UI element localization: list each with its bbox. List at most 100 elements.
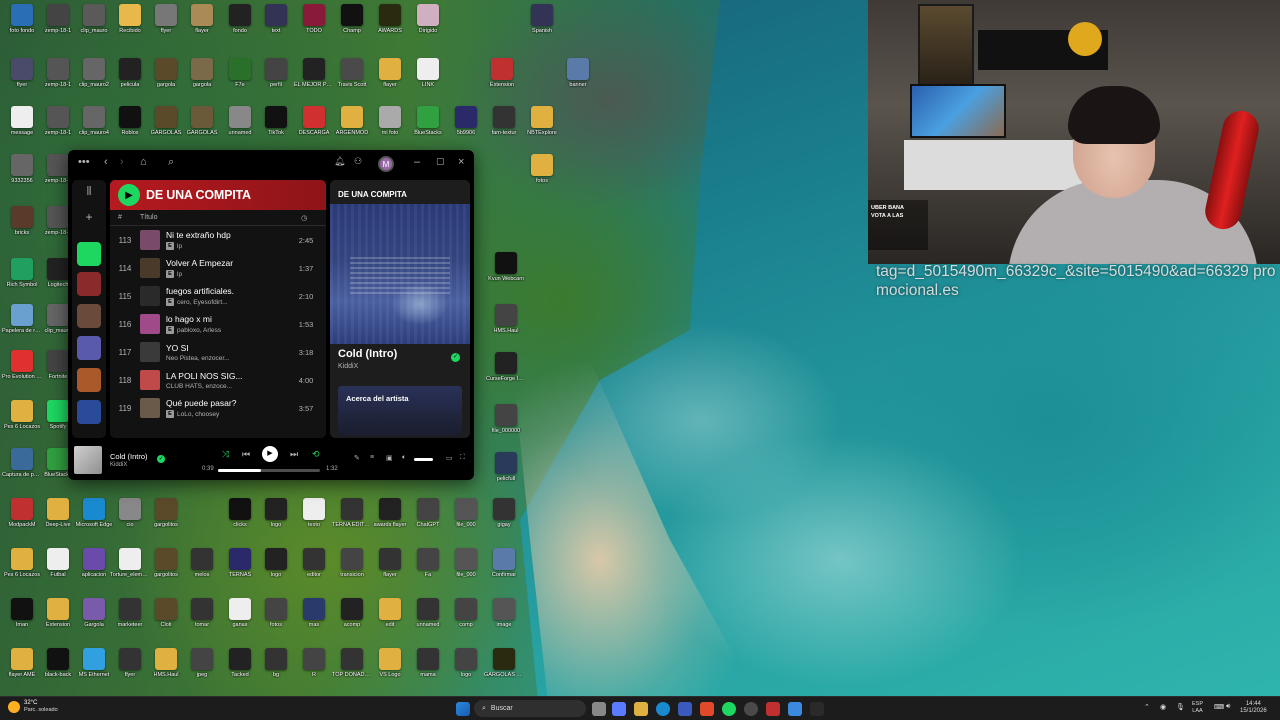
start-windows-icon[interactable] — [456, 702, 470, 716]
desktop-icon[interactable]: TikTok — [258, 106, 294, 146]
desktop-icon[interactable]: file_000 — [448, 498, 484, 538]
track-title[interactable]: LA POLI NOS SIG... — [166, 371, 286, 381]
lyrics-icon[interactable]: ✎ — [354, 454, 360, 462]
obs-icon[interactable] — [744, 702, 758, 716]
library-item-3[interactable] — [77, 336, 101, 360]
desktop-icon[interactable]: Pes 6 Locazos — [4, 548, 40, 588]
now-playing-artist[interactable]: KiddiX — [338, 363, 358, 370]
repeat-icon[interactable]: ⟲ — [312, 449, 320, 460]
track-row[interactable]: 119 Qué puede pasar? E LoLo, choosey 3:57 — [110, 394, 326, 422]
track-artist[interactable]: lp — [177, 243, 182, 250]
desktop-icon[interactable]: bg — [258, 648, 294, 688]
next-icon[interactable]: ⏭︎ — [290, 449, 298, 460]
desktop-icon[interactable]: BlueStacks — [410, 106, 446, 146]
language-indicator[interactable]: ESP LAA — [1192, 701, 1203, 715]
desktop-icon[interactable]: pelicfull — [488, 452, 524, 492]
spotify-window[interactable]: ••• ‹ › ⌂ ⌕ 🔔︎ ⚇ M – ▢ × ⫼ + ▶ DE UNA CO… — [68, 150, 474, 480]
desktop-icon[interactable]: Futbal — [40, 548, 76, 588]
desktop-icon[interactable]: mama — [410, 648, 446, 688]
desktop-icon[interactable]: flayer — [372, 548, 408, 588]
notifications-icon[interactable]: 🔔︎ — [334, 156, 345, 167]
library-item-4[interactable] — [77, 368, 101, 392]
tray-app-icon[interactable]: ◉ — [1160, 703, 1166, 711]
desktop-icon[interactable]: GARGOLAS — [184, 106, 220, 146]
desktop-icon[interactable]: F7e — [222, 58, 258, 98]
desktop-icon[interactable]: comp — [448, 598, 484, 638]
desktop-icon[interactable]: 9332356 — [4, 154, 40, 194]
track-row[interactable]: 118 LA POLI NOS SIG... CLUB HATS, enzoce..… — [110, 366, 326, 394]
connect-device-icon[interactable]: ▣ — [386, 454, 393, 462]
tray-mic-icon[interactable]: 🎙︎ — [1176, 703, 1185, 711]
desktop-icon[interactable]: Champ — [334, 4, 370, 44]
curseforge-icon[interactable] — [810, 702, 824, 716]
taskbar-clock[interactable]: 14:44 15/1/2026 — [1240, 701, 1267, 715]
user-avatar[interactable]: M — [378, 156, 394, 172]
desktop-icon[interactable]: Cloti — [148, 598, 184, 638]
desktop-icon[interactable]: Tacked — [222, 648, 258, 688]
desktop-icon[interactable]: unnamed — [410, 598, 446, 638]
edge-icon[interactable] — [656, 702, 670, 716]
player-song[interactable]: Cold (Intro) — [110, 452, 148, 461]
search-icon[interactable]: ⌕ — [168, 156, 174, 169]
volume-tray-icon[interactable]: 🔊︎ — [1226, 703, 1230, 711]
weather-widget[interactable]: 32°C Parc. soleado — [8, 700, 58, 714]
desktop-icon[interactable]: TERNA EDITORE — [332, 498, 372, 538]
play-pause-button[interactable]: ▶ — [262, 446, 278, 462]
library-item-5[interactable] — [77, 400, 101, 424]
desktop-icon[interactable]: zemp-18-1 — [40, 58, 76, 98]
desktop-icon[interactable]: VS Logo — [372, 648, 408, 688]
track-row[interactable]: 115 fuegos artificiales. Ecero, Eyesofdirt… — [110, 282, 326, 310]
progress-bar[interactable] — [218, 469, 320, 472]
desktop-icon[interactable]: flayer — [372, 58, 408, 98]
track-artist[interactable]: pabloxo, Arless — [177, 327, 221, 334]
desktop-icon[interactable]: image — [486, 598, 522, 638]
desktop-icon[interactable]: gigay — [486, 498, 522, 538]
desktop-icon[interactable]: clip_mauro — [76, 4, 112, 44]
desktop-icon[interactable]: Confirmar — [486, 548, 522, 588]
desktop-icon[interactable]: Microsoft Edge — [76, 498, 112, 538]
desktop-icon[interactable]: awards flayer — [372, 498, 408, 538]
desktop-icon[interactable]: Papelera de reciclaje — [2, 304, 42, 344]
desktop-icon[interactable]: mi foto — [372, 106, 408, 146]
desktop-icon[interactable]: flayer — [184, 4, 220, 44]
saved-check-icon[interactable]: ✓ — [451, 353, 460, 362]
desktop-icon[interactable]: clip_mauro2 — [76, 58, 112, 98]
volume-icon[interactable]: 🔈︎ — [402, 454, 406, 462]
desktop-icon[interactable]: foto fondo — [4, 4, 40, 44]
desktop-icon[interactable]: Captura de pantalla — [2, 448, 42, 488]
notepad-icon[interactable] — [788, 702, 802, 716]
desktop-icon[interactable]: transicion — [334, 548, 370, 588]
desktop-icon[interactable]: black-back — [40, 648, 76, 688]
desktop-icon[interactable]: ModpackM — [4, 498, 40, 538]
tray-chevron-icon[interactable]: ⌃ — [1144, 703, 1150, 711]
desktop-icon[interactable]: message — [4, 106, 40, 146]
desktop-icon[interactable]: melos — [184, 548, 220, 588]
desktop-icon[interactable]: Dirigido — [410, 4, 446, 44]
minimize-button[interactable]: – — [414, 156, 420, 168]
fullscreen-icon[interactable]: ⛶ — [460, 454, 465, 462]
track-row[interactable]: 114 Volver A Empezar Elp 1:37 — [110, 254, 326, 282]
taskbar-search[interactable]: ⌕ Buscar — [474, 700, 586, 717]
task-view-icon[interactable] — [592, 702, 606, 716]
desktop-icon[interactable]: Pes 6 Locazos — [4, 400, 40, 440]
desktop-icon[interactable]: MS Ethernet — [76, 648, 112, 688]
desktop-icon[interactable]: Gargola — [76, 598, 112, 638]
create-playlist-icon[interactable]: + — [77, 210, 101, 234]
desktop-icon[interactable]: logo — [258, 548, 294, 588]
desktop-icon[interactable]: cio — [112, 498, 148, 538]
desktop-icon[interactable]: Rich Symbol — [4, 258, 40, 298]
network-icon[interactable]: ⌨ — [1214, 703, 1224, 711]
menu-dots-icon[interactable]: ••• — [78, 156, 90, 168]
home-icon[interactable]: ⌂ — [140, 156, 147, 168]
friends-activity-icon[interactable]: ⚇ — [354, 156, 362, 167]
desktop-icon[interactable]: zemp-18-1 — [40, 4, 76, 44]
desktop-icon[interactable]: Iman — [4, 598, 40, 638]
desktop-icon[interactable]: Kvun Webcam — [488, 252, 524, 292]
desktop-icon[interactable]: GARGOLAS — [148, 106, 184, 146]
track-row[interactable]: 116 lo hago x mi Epabloxo, Arless 1:53 — [110, 310, 326, 338]
desktop-icon[interactable]: ARGENMOD — [334, 106, 370, 146]
file-explorer-icon[interactable] — [634, 702, 648, 716]
desktop-icon[interactable]: mas — [296, 598, 332, 638]
library-item-2[interactable] — [77, 304, 101, 328]
track-artist[interactable]: cero, Eyesofdirt... — [177, 299, 228, 306]
